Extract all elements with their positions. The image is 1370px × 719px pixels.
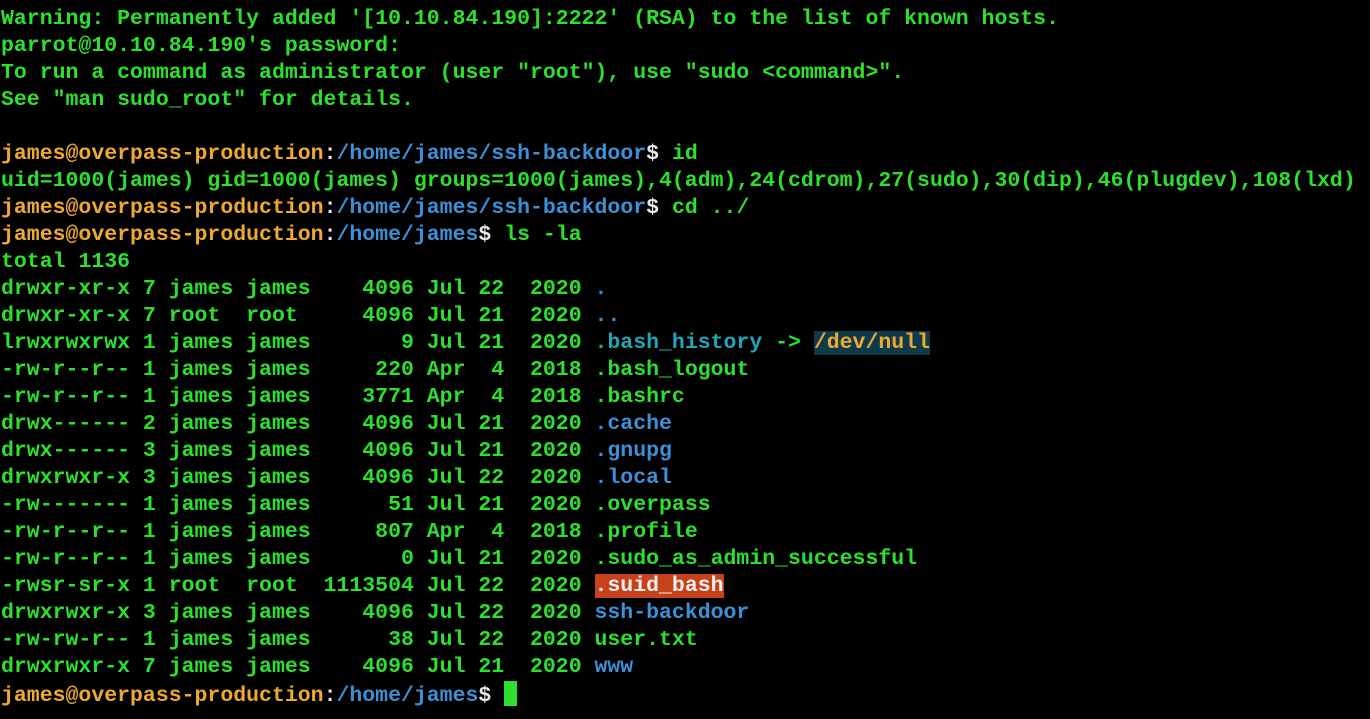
file-meta: drwxr-xr-x 7 james james 4096 Jul 22 202… <box>1 277 595 301</box>
sudo-hint-line: To run a command as administrator (user … <box>1 60 904 87</box>
file-meta: -rw-r--r-- 1 james james 3771 Apr 4 2018 <box>1 385 595 409</box>
prompt-path: /home/james <box>336 223 479 247</box>
prompt-separator: : <box>323 684 337 708</box>
file-meta: drwx------ 2 james james 4096 Jul 21 202… <box>1 412 595 436</box>
command-line-id: james@overpass-production:/home/james/ss… <box>1 141 698 168</box>
file-meta: -rwsr-sr-x 1 root root 1113504 Jul 22 20… <box>1 574 595 598</box>
file-name: .. <box>594 304 621 328</box>
file-name: user.txt <box>594 628 698 652</box>
file-name: .profile <box>594 520 698 544</box>
file-meta: -rw------- 1 james james 51 Jul 21 2020 <box>1 493 595 517</box>
sudo-details-line: See "man sudo_root" for details. <box>1 87 414 114</box>
file-name: .overpass <box>594 493 711 517</box>
list-item: drwxr-xr-x 7 james james 4096 Jul 22 202… <box>1 276 607 303</box>
symlink-target: /dev/null <box>813 331 930 355</box>
prompt-path: /home/james <box>336 684 479 708</box>
list-item: -rwsr-sr-x 1 root root 1113504 Jul 22 20… <box>1 573 724 600</box>
file-meta: drwxr-xr-x 7 root root 4096 Jul 21 2020 <box>1 304 595 328</box>
ssh-warning-line: Warning: Permanently added '[10.10.84.19… <box>1 6 1059 33</box>
ls-total-text: total 1136 <box>1 250 131 274</box>
sudo-details-text: See "man sudo_root" for details. <box>1 88 414 112</box>
text-cursor[interactable] <box>504 681 518 706</box>
file-meta: drwxrwxr-x 3 james james 4096 Jul 22 202… <box>1 601 595 625</box>
file-meta: -rw-rw-r-- 1 james james 38 Jul 22 2020 <box>1 628 595 652</box>
file-name: .bashrc <box>594 385 685 409</box>
file-name: .bash_history <box>594 331 763 355</box>
prompt-dollar: $ <box>478 684 505 708</box>
file-meta: -rw-r--r-- 1 james james 0 Jul 21 2020 <box>1 547 595 571</box>
list-item: drwxrwxr-x 3 james james 4096 Jul 22 202… <box>1 465 672 492</box>
terminal-window[interactable]: Warning: Permanently added '[10.10.84.19… <box>0 0 1370 719</box>
password-prompt-text: parrot@10.10.84.190's password: <box>1 34 401 58</box>
list-item: drwxr-xr-x 7 root root 4096 Jul 21 2020 … <box>1 303 620 330</box>
file-meta: -rw-r--r-- 1 james james 220 Apr 4 2018 <box>1 358 595 382</box>
symlink-arrow: -> <box>762 331 814 355</box>
list-item: drwxrwxr-x 7 james james 4096 Jul 21 202… <box>1 654 633 681</box>
file-name: .bash_logout <box>594 358 750 382</box>
list-item: -rw-r--r-- 1 james james 220 Apr 4 2018 … <box>1 357 749 384</box>
prompt-separator: : <box>323 142 337 166</box>
command-line-cd: james@overpass-production:/home/james/ss… <box>1 195 749 222</box>
prompt-user: james@overpass-production <box>1 684 324 708</box>
sudo-hint-text: To run a command as administrator (user … <box>1 61 905 85</box>
list-item: lrwxrwxrwx 1 james james 9 Jul 21 2020 .… <box>1 330 930 357</box>
prompt-separator: : <box>323 223 337 247</box>
prompt-dollar: $ <box>478 223 505 247</box>
file-name: .cache <box>594 412 672 436</box>
prompt-path: /home/james/ssh-backdoor <box>336 142 647 166</box>
ls-total-line: total 1136 <box>1 249 130 276</box>
prompt-user: james@overpass-production <box>1 142 324 166</box>
id-output-line: uid=1000(james) gid=1000(james) groups=1… <box>1 168 1356 195</box>
file-name: ssh-backdoor <box>594 601 750 625</box>
list-item: drwxrwxr-x 3 james james 4096 Jul 22 202… <box>1 600 749 627</box>
file-meta: drwxrwxr-x 3 james james 4096 Jul 22 202… <box>1 466 595 490</box>
prompt-user: james@overpass-production <box>1 196 324 220</box>
prompt-dollar: $ <box>646 196 672 220</box>
file-name: .suid_bash <box>594 574 724 598</box>
file-meta: drwx------ 3 james james 4096 Jul 21 202… <box>1 439 595 463</box>
current-prompt-line[interactable]: james@overpass-production:/home/james$ <box>1 681 518 708</box>
command-text: ls -la <box>504 223 582 247</box>
file-name: .gnupg <box>594 439 672 463</box>
list-item: drwx------ 2 james james 4096 Jul 21 202… <box>1 411 672 438</box>
file-name: www <box>594 655 634 679</box>
list-item: -rw-r--r-- 1 james james 807 Apr 4 2018 … <box>1 519 698 546</box>
list-item: -rw-r--r-- 1 james james 0 Jul 21 2020 .… <box>1 546 917 573</box>
file-name: . <box>594 277 608 301</box>
password-prompt-line: parrot@10.10.84.190's password: <box>1 33 401 60</box>
list-item: -rw------- 1 james james 51 Jul 21 2020 … <box>1 492 711 519</box>
file-name: .sudo_as_admin_successful <box>594 547 918 571</box>
prompt-path: /home/james/ssh-backdoor <box>336 196 647 220</box>
file-name: .local <box>594 466 672 490</box>
id-output-text: uid=1000(james) gid=1000(james) groups=1… <box>1 169 1356 193</box>
list-item: drwx------ 3 james james 4096 Jul 21 202… <box>1 438 672 465</box>
command-text: id <box>671 142 698 166</box>
ssh-warning-text: Warning: Permanently added '[10.10.84.19… <box>1 7 1059 31</box>
list-item: -rw-rw-r-- 1 james james 38 Jul 22 2020 … <box>1 627 698 654</box>
command-text: cd ../ <box>671 196 750 220</box>
prompt-dollar: $ <box>646 142 672 166</box>
command-line-ls: james@overpass-production:/home/james$ l… <box>1 222 582 249</box>
list-item: -rw-r--r-- 1 james james 3771 Apr 4 2018… <box>1 384 685 411</box>
file-meta: drwxrwxr-x 7 james james 4096 Jul 21 202… <box>1 655 595 679</box>
prompt-user: james@overpass-production <box>1 223 324 247</box>
file-meta: -rw-r--r-- 1 james james 807 Apr 4 2018 <box>1 520 595 544</box>
prompt-separator: : <box>323 196 337 220</box>
file-meta: lrwxrwxrwx 1 james james 9 Jul 21 2020 <box>1 331 595 355</box>
